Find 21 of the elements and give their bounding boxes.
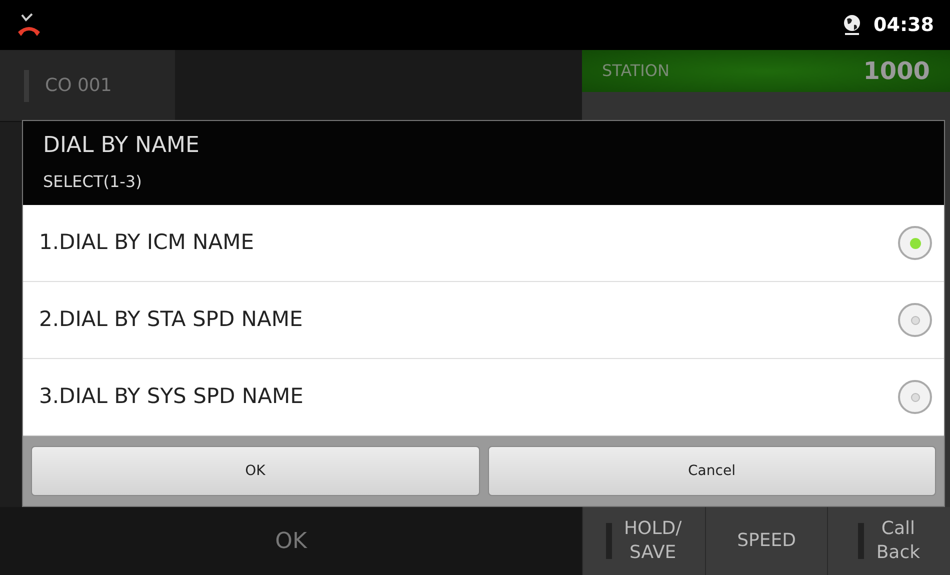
dialog-subtitle: SELECT(1-3): [43, 171, 143, 193]
lamp-indicator: [606, 523, 612, 559]
dialog-button[interactable]: Cancel: [488, 446, 936, 496]
radio-button[interactable]: [898, 303, 932, 337]
dialog-title: DIAL BY NAME: [43, 132, 200, 160]
radio-button[interactable]: [898, 226, 932, 260]
missed-call-icon: [16, 12, 42, 38]
globe-icon: [842, 14, 862, 36]
option-row[interactable]: 3.DIAL BY SYS SPD NAME: [23, 359, 944, 436]
dialog-button[interactable]: OK: [31, 446, 480, 496]
option-row[interactable]: 1.DIAL BY ICM NAME: [23, 205, 944, 282]
ok-softkey[interactable]: OK: [275, 524, 307, 558]
option-row[interactable]: 2.DIAL BY STA SPD NAME: [23, 282, 944, 359]
option-label: 2.DIAL BY STA SPD NAME: [39, 306, 303, 334]
clock-time: 04:38: [874, 12, 934, 38]
station-number: 1000: [863, 56, 930, 87]
option-label: 3.DIAL BY SYS SPD NAME: [39, 383, 304, 410]
station-label: STATION: [602, 60, 670, 82]
radio-button[interactable]: [898, 380, 932, 414]
option-label: 1.DIAL BY ICM NAME: [39, 229, 254, 256]
lamp-indicator: [858, 523, 864, 559]
